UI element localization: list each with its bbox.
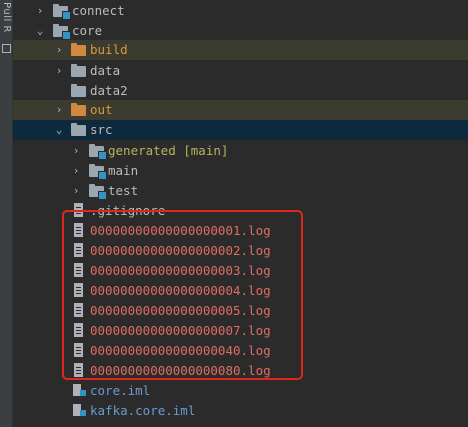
tree-item-connect[interactable]: › connect: [13, 1, 468, 21]
chevron-right-icon[interactable]: ›: [53, 40, 65, 60]
tree-item-log-file[interactable]: 00000000000000000003.log: [13, 261, 468, 281]
tree-item-log-file[interactable]: 00000000000000000005.log: [13, 301, 468, 321]
chevron-right-icon[interactable]: ›: [70, 161, 82, 181]
file-icon: [71, 343, 87, 358]
chevron-down-icon[interactable]: ⌄: [34, 21, 46, 41]
folder-module-icon: [89, 164, 107, 180]
tree-item-label: main: [108, 163, 139, 178]
folder-orange-icon: [71, 43, 87, 57]
file-icon: [71, 303, 87, 318]
tree-item-data[interactable]: › data: [13, 61, 468, 81]
chevron-down-icon[interactable]: ⌄: [53, 120, 65, 140]
tree-item-gitignore[interactable]: .gitignore: [13, 201, 468, 221]
tree-item-log-file[interactable]: 00000000000000000007.log: [13, 321, 468, 341]
tree-item-log-file[interactable]: 00000000000000000004.log: [13, 281, 468, 301]
tree-item-label: test: [108, 183, 139, 198]
tree-item-test[interactable]: › test: [13, 181, 468, 201]
tree-item-label: kafka.core.iml: [90, 403, 196, 418]
tree-item-generated[interactable]: › generated [main]: [13, 141, 468, 161]
tree-item-build[interactable]: › build: [13, 40, 468, 60]
chevron-right-icon[interactable]: ›: [53, 100, 65, 120]
tree-item-label: .gitignore: [90, 203, 166, 218]
tree-item-label: data2: [90, 83, 128, 98]
file-icon: [71, 243, 87, 258]
folder-module-icon: [89, 184, 107, 200]
file-icon: [71, 203, 87, 218]
tree-item-label: build: [90, 42, 128, 57]
side-panel-label[interactable]: Pull R: [1, 2, 12, 33]
tree-item-label: 00000000000000000005.log: [90, 303, 271, 318]
folder-module-icon: [89, 144, 107, 160]
tree-item-log-file[interactable]: 00000000000000000002.log: [13, 241, 468, 261]
tree-item-label: src: [90, 122, 113, 137]
iml-file-icon: [71, 404, 87, 418]
iml-file-icon: [71, 384, 87, 398]
file-icon: [71, 323, 87, 338]
folder-orange-icon: [71, 103, 87, 117]
tree-item-log-file[interactable]: 00000000000000000080.log: [13, 361, 468, 381]
tree-item-label: connect: [72, 3, 125, 18]
tree-item-label: generated [main]: [108, 143, 229, 158]
tree-item-core-iml[interactable]: core.iml: [13, 381, 468, 401]
tree-item-kafka-core-iml[interactable]: kafka.core.iml: [13, 401, 468, 421]
tree-item-label: core: [72, 23, 103, 38]
tree-item-label: 00000000000000000080.log: [90, 363, 271, 378]
tree-item-log-file[interactable]: 00000000000000000040.log: [13, 341, 468, 361]
tree-item-core[interactable]: ⌄ core: [13, 21, 468, 41]
tree-item-out[interactable]: › out: [13, 100, 468, 120]
tree-item-src[interactable]: ⌄ src: [13, 120, 468, 140]
file-icon: [71, 363, 87, 378]
tree-item-label: 00000000000000000007.log: [90, 323, 271, 338]
tree-item-label: 00000000000000000004.log: [90, 283, 271, 298]
folder-module-icon: [53, 4, 71, 20]
folder-icon: [71, 123, 87, 137]
tree-item-log-file[interactable]: 00000000000000000001.log: [13, 221, 468, 241]
tree-item-data2[interactable]: data2: [13, 81, 468, 101]
file-icon: [71, 263, 87, 278]
file-icon: [71, 223, 87, 238]
folder-icon: [71, 64, 87, 78]
project-tree: › connect ⌄ core › build › data data2 › …: [13, 0, 468, 427]
tree-item-label: data: [90, 63, 121, 78]
chevron-right-icon[interactable]: ›: [34, 1, 46, 21]
tree-item-label: 00000000000000000002.log: [90, 243, 271, 258]
chevron-right-icon[interactable]: ›: [70, 181, 82, 201]
file-icon: [71, 283, 87, 298]
tree-item-label: core.iml: [90, 383, 151, 398]
tree-item-label: 00000000000000000040.log: [90, 343, 271, 358]
folder-module-icon: [53, 24, 71, 40]
side-panel-icon[interactable]: [2, 44, 11, 53]
project-side-strip[interactable]: Pull R: [0, 0, 13, 427]
tree-item-label: 00000000000000000001.log: [90, 223, 271, 238]
tree-item-label: out: [90, 102, 113, 117]
tree-item-label: 00000000000000000003.log: [90, 263, 271, 278]
chevron-right-icon[interactable]: ›: [70, 141, 82, 161]
folder-icon: [71, 84, 87, 98]
chevron-right-icon[interactable]: ›: [53, 61, 65, 81]
tree-item-main[interactable]: › main: [13, 161, 468, 181]
